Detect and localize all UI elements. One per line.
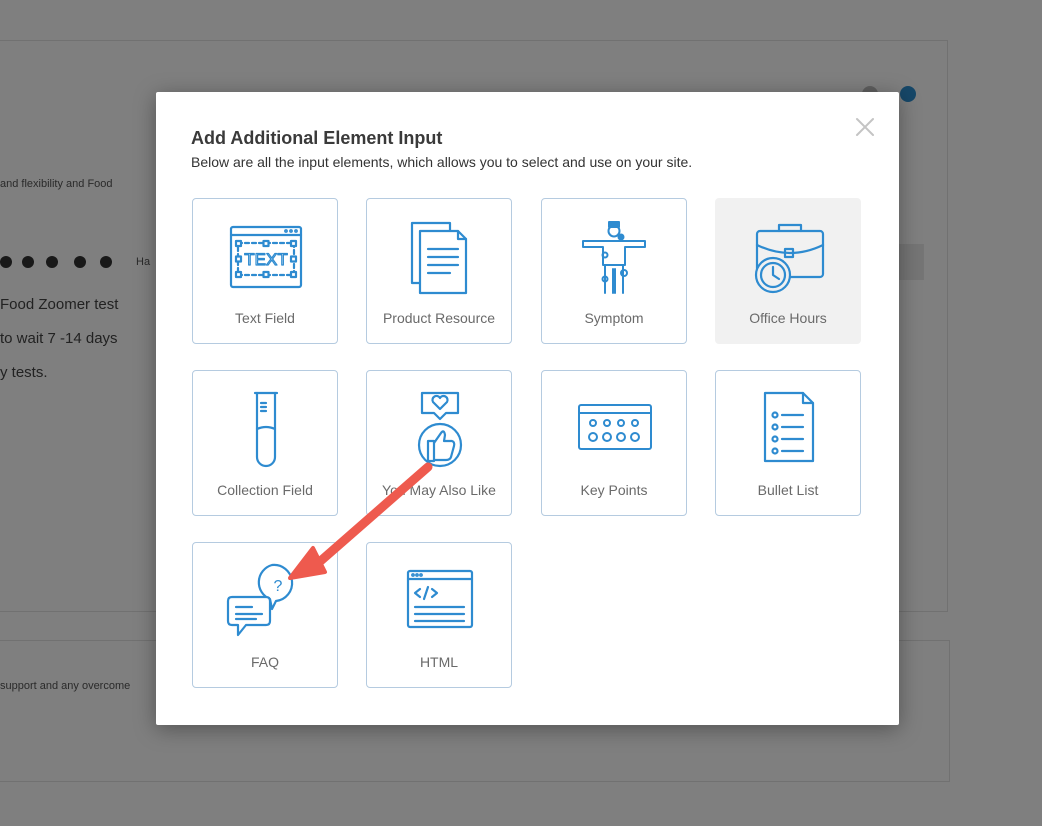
tile-label: You May Also Like [382, 482, 496, 498]
bullet-list-icon [763, 391, 815, 463]
svg-text:?: ? [274, 578, 283, 595]
tile-label: HTML [419, 654, 459, 670]
element-tile-collection-field[interactable]: Collection Field [192, 370, 338, 516]
add-element-modal: Add Additional Element Input Below are a… [156, 92, 899, 725]
tile-label: FAQ [250, 654, 279, 670]
element-tile-faq[interactable]: ? FAQ [192, 542, 338, 688]
modal-subtitle: Below are all the input elements, which … [191, 154, 693, 170]
tile-label: Symptom [584, 310, 644, 326]
element-tile-bullet-list[interactable]: Bullet List [715, 370, 861, 516]
human-body-icon [582, 221, 646, 294]
tile-label: Collection Field [217, 482, 313, 498]
thumbs-up-heart-icon [417, 391, 463, 468]
element-tile-html[interactable]: HTML [366, 542, 512, 688]
chat-question-icon: ? [226, 563, 294, 637]
element-tile-key-points[interactable]: Key Points [541, 370, 687, 516]
element-tile-text-field[interactable]: TEXT Text Field [192, 198, 338, 344]
element-tile-you-may-also-like[interactable]: You May Also Like [366, 370, 512, 516]
tile-label: Product Resource [382, 310, 496, 326]
tile-label: Text Field [235, 310, 295, 326]
close-icon [856, 118, 874, 136]
tile-label: Key Points [580, 482, 648, 498]
svg-text:TEXT: TEXT [244, 250, 287, 269]
tile-label: Office Hours [749, 310, 827, 326]
rating-board-icon [578, 404, 652, 450]
element-tile-office-hours[interactable]: Office Hours [715, 198, 861, 344]
element-tile-product-resource[interactable]: Product Resource [366, 198, 512, 344]
documents-icon [410, 221, 468, 295]
tile-label: Bullet List [757, 482, 819, 498]
element-tile-symptom[interactable]: Symptom [541, 198, 687, 344]
close-button[interactable] [853, 115, 877, 139]
test-tube-icon [253, 391, 279, 468]
modal-title: Add Additional Element Input [191, 128, 443, 148]
code-window-icon [406, 569, 474, 629]
text-field-icon: TEXT [229, 225, 303, 289]
briefcase-clock-icon [754, 223, 825, 294]
